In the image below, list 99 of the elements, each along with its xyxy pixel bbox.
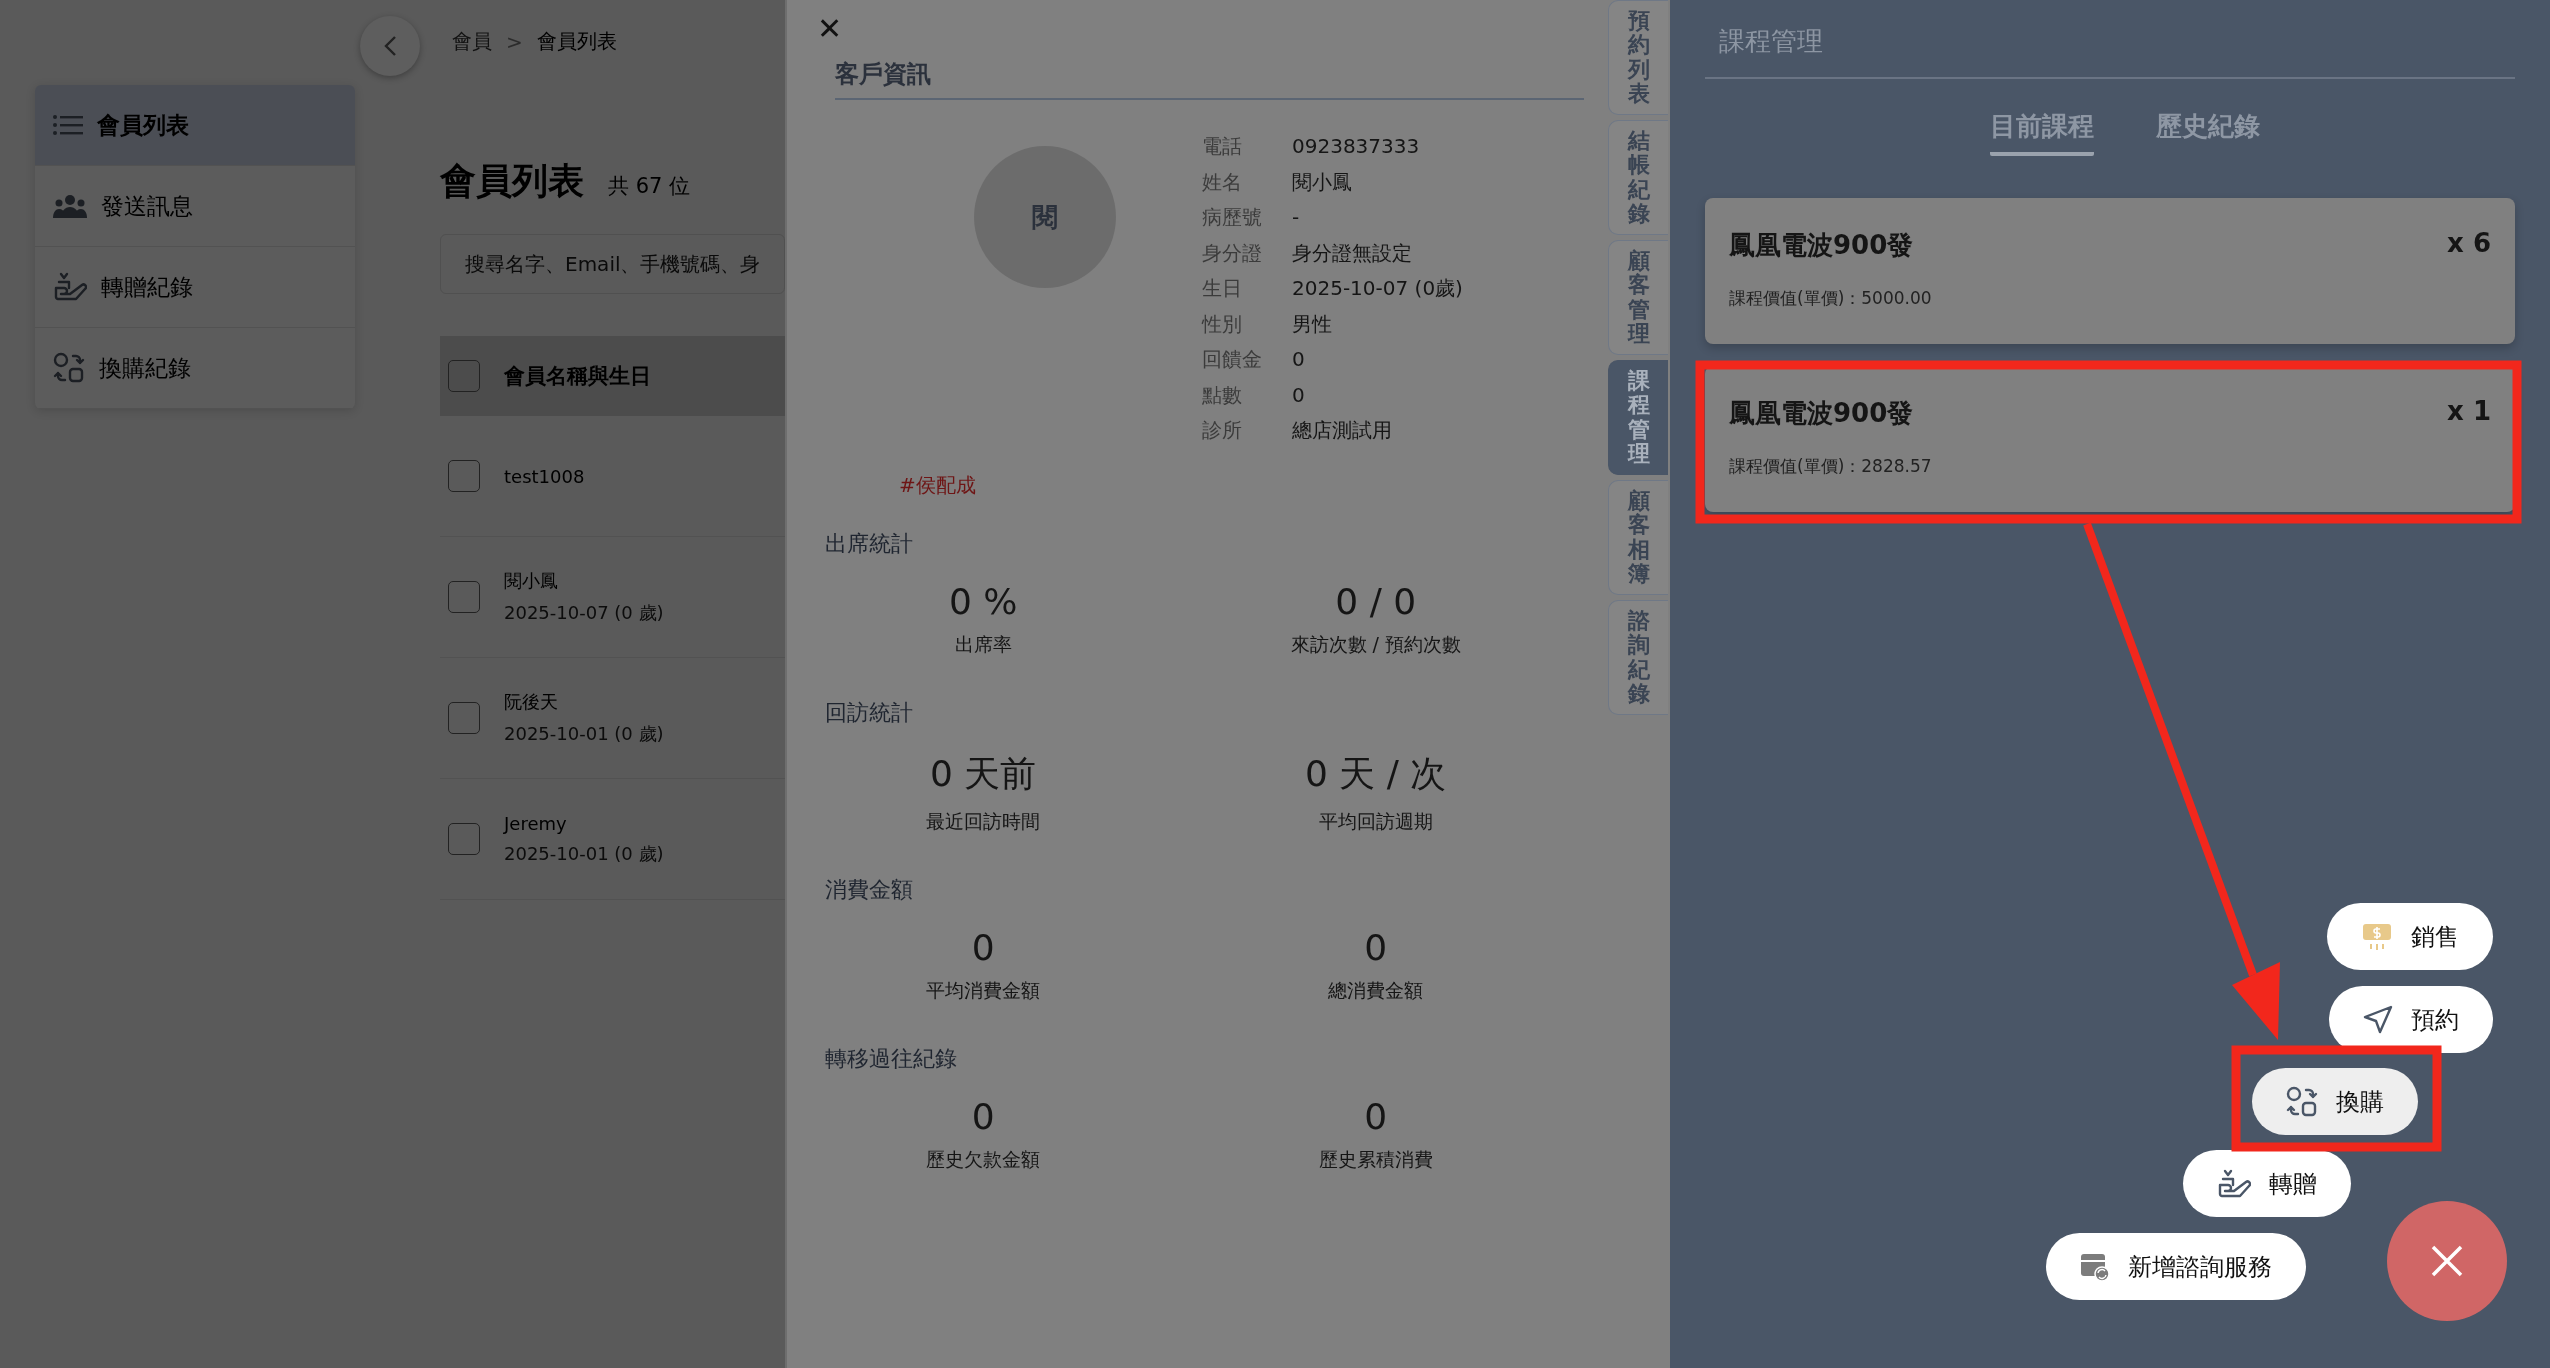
stat-label: 平均消費金額 <box>926 977 1041 1003</box>
course-quantity: x 1 <box>2447 396 2491 428</box>
checkbox[interactable] <box>448 702 480 734</box>
calendar-sync-icon <box>2080 1251 2110 1282</box>
sidebar-item-label: 會員列表 <box>97 110 189 140</box>
stat-label: 最近回訪時間 <box>926 808 1041 834</box>
chevron-left-icon <box>383 35 397 57</box>
tab[interactable]: 歷史紀錄 <box>2156 109 2260 156</box>
checkbox[interactable] <box>448 360 480 392</box>
action-button[interactable]: 銷售 <box>2327 903 2493 970</box>
stats-heading: 出席統計 <box>825 529 913 558</box>
stats-heading: 消費金額 <box>825 875 913 904</box>
stat-value: 0 天 / 次 <box>1305 751 1447 796</box>
stat-label: 歷史欠款金額 <box>926 1146 1041 1172</box>
course-name: 鳳凰電波900發 <box>1729 229 1914 262</box>
member-birthday: 2025-10-01 (0 歲) <box>504 722 664 746</box>
member-name: 阮後天 <box>504 690 559 714</box>
tag: #侯配成 <box>899 471 976 499</box>
stat-label: 出席率 <box>954 631 1012 657</box>
field-label: 電話 <box>1202 134 1243 160</box>
stat-value: 0 % <box>948 580 1018 622</box>
section-title: 客戶資訊 <box>835 58 1584 100</box>
side-tab[interactable]: 課程管理 <box>1608 360 1668 475</box>
field-value: 總店測試用 <box>1292 418 1393 444</box>
sidebar-item[interactable]: 換購紀錄 <box>35 328 355 409</box>
checkbox[interactable] <box>448 460 480 492</box>
sidebar-item-label: 轉贈紀錄 <box>101 272 193 302</box>
field-label: 姓名 <box>1202 169 1243 195</box>
field-value: 身分證無設定 <box>1292 240 1413 266</box>
field-label: 性別 <box>1202 311 1243 337</box>
avatar: 閱 <box>973 146 1116 288</box>
people-icon <box>53 194 87 218</box>
sidebar-item[interactable]: 發送訊息 <box>35 166 355 247</box>
sidebar-item-label: 換購紀錄 <box>99 353 191 383</box>
close-button[interactable]: ✕ <box>809 8 849 48</box>
side-tab[interactable]: 諮詢紀錄 <box>1608 600 1668 715</box>
sidebar-item[interactable]: 會員列表 <box>35 85 355 166</box>
stat-value: 0 <box>1364 926 1388 968</box>
swap-icon <box>2286 1085 2318 1118</box>
course-price: 課程價值(單價)：2828.57 <box>1729 455 1933 478</box>
stat-value: 0 <box>971 1095 995 1137</box>
side-tab[interactable]: 預約列表 <box>1608 0 1668 115</box>
stat-value: 0 天前 <box>930 751 1037 796</box>
stats-heading: 轉移過往紀錄 <box>825 1044 957 1073</box>
course-quantity: x 6 <box>2447 228 2491 260</box>
send-icon <box>2363 1004 2393 1035</box>
field-value: - <box>1292 205 1301 231</box>
stat-label: 歷史累積消費 <box>1318 1146 1433 1172</box>
field-value: 0 <box>1292 347 1306 373</box>
stat-label: 來訪次數 / 預約次數 <box>1290 631 1461 657</box>
field-value: 0 <box>1292 382 1306 408</box>
stat-value: 0 <box>971 926 995 968</box>
list-icon <box>53 114 83 136</box>
panel-title: 課程管理 <box>1705 24 2515 79</box>
stat-value: 0 <box>1364 1095 1388 1137</box>
stat-label: 總消費金額 <box>1328 977 1424 1003</box>
field-label: 回饋金 <box>1202 347 1263 373</box>
action-button[interactable]: 預約 <box>2329 986 2493 1053</box>
field-label: 點數 <box>1202 382 1243 408</box>
side-tab[interactable]: 顧客管理 <box>1608 240 1668 355</box>
field-label: 身分證 <box>1202 240 1263 266</box>
checkbox[interactable] <box>448 823 480 855</box>
course-name: 鳳凰電波900發 <box>1729 397 1914 430</box>
member-name: Jeremy <box>504 812 568 834</box>
course-price: 課程價值(單價)：5000.00 <box>1729 287 1933 310</box>
field-value: 0923837333 <box>1292 134 1421 160</box>
breadcrumb-separator: > <box>506 29 523 54</box>
sidebar-item-label: 發送訊息 <box>101 191 193 221</box>
search-field[interactable]: 搜尋名字、Email、手機號碼、身 <box>440 234 785 294</box>
side-tab[interactable]: 顧客相簿 <box>1608 480 1668 595</box>
field-label: 病歷號 <box>1202 205 1263 231</box>
action-button[interactable]: 新增諮詢服務 <box>2046 1233 2306 1300</box>
checkbox[interactable] <box>448 581 480 613</box>
page-title: 會員列表 <box>440 159 584 203</box>
course-card[interactable]: 鳳凰電波900發 x 6 課程價值(單價)：5000.00 <box>1705 198 2515 344</box>
close-icon <box>2430 1244 2464 1278</box>
field-label: 診所 <box>1202 418 1243 444</box>
breadcrumb-link[interactable]: 會員 <box>452 28 492 55</box>
action-button[interactable]: 轉贈 <box>2183 1150 2351 1217</box>
side-tab[interactable]: 結帳紀錄 <box>1608 120 1668 235</box>
swap-icon <box>53 352 85 384</box>
stat-label: 平均回訪週期 <box>1318 808 1433 834</box>
stats-heading: 回訪統計 <box>825 698 913 727</box>
stat-value: 0 / 0 <box>1335 580 1417 622</box>
field-value: 2025-10-07 (0歲) <box>1292 276 1463 302</box>
member-birthday: 2025-10-01 (0 歲) <box>504 841 664 866</box>
member-name: test1008 <box>504 465 585 487</box>
sidebar-item[interactable]: 轉贈紀錄 <box>35 247 355 328</box>
collapse-button[interactable] <box>360 16 420 76</box>
member-birthday: 2025-10-07 (0 歲) <box>504 601 664 625</box>
breadcrumb-link[interactable]: 會員列表 <box>536 28 617 55</box>
field-value: 閱小鳳 <box>1292 169 1353 195</box>
field-value: 男性 <box>1292 311 1333 337</box>
member-count: 共 67 位 <box>608 173 691 200</box>
field-label: 生日 <box>1202 276 1243 302</box>
tab[interactable]: 目前課程 <box>1990 109 2094 156</box>
column-header: 會員名稱與生日 <box>504 363 651 390</box>
member-name: 閱小鳳 <box>504 569 559 593</box>
action-button[interactable]: 換購 <box>2252 1068 2418 1135</box>
